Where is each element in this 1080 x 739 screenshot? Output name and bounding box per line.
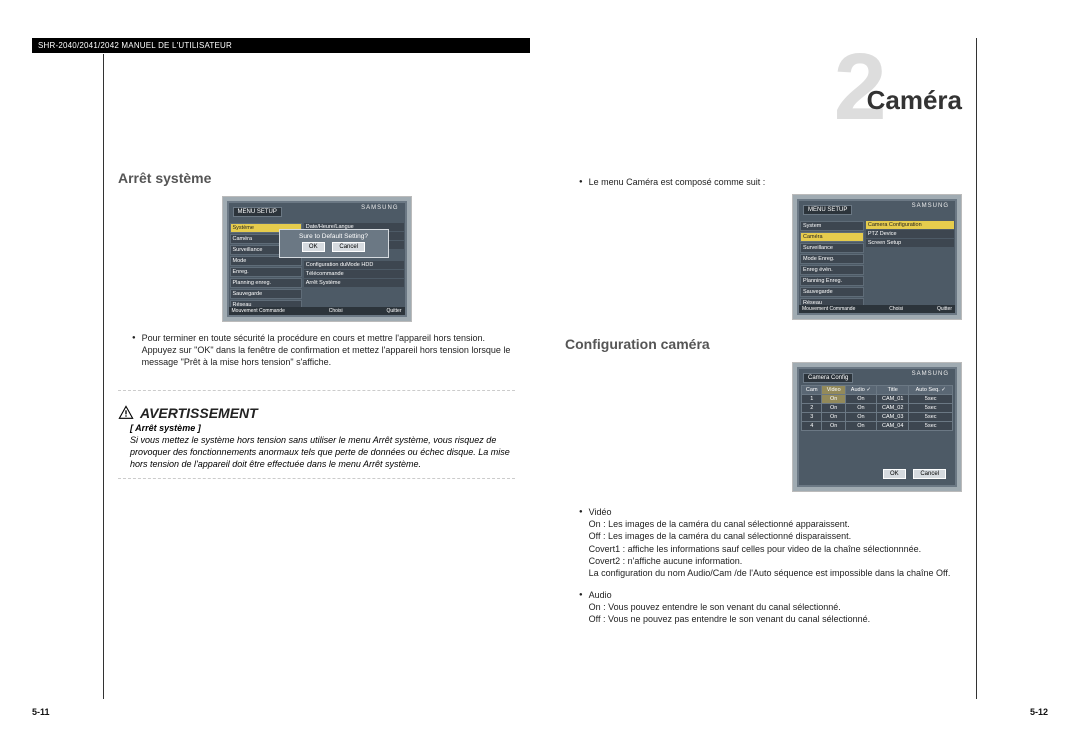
divider xyxy=(118,390,515,391)
margin-rule xyxy=(103,54,104,699)
page-right: 2Caméra Le menu Caméra est composé comme… xyxy=(540,0,1080,739)
divider xyxy=(118,478,515,479)
page-number-right: 5-12 xyxy=(1030,707,1048,717)
warning-icon xyxy=(118,405,134,421)
shot-title: Camera Config xyxy=(803,373,853,383)
video-label: Vidéo xyxy=(589,506,962,518)
shot-left-menu: System Caméra Surveillance Mode Enreg. E… xyxy=(799,219,865,310)
manual-spread: SHR-2040/2041/2042 MANUEL DE L'UTILISATE… xyxy=(0,0,1080,739)
margin-rule xyxy=(976,38,977,699)
warning-title: AVERTISSEMENT xyxy=(140,405,258,421)
section-title-config: Configuration caméra xyxy=(565,336,962,352)
brand-logo: SAMSUNG xyxy=(912,371,949,377)
camera-config-table: Cam Video Audio ✓ Title Auto Seq. ✓ 1OnO… xyxy=(801,385,953,431)
shot-popup: Sure to Default Setting? OK Cancel xyxy=(279,229,389,258)
chapter-title: Caméra xyxy=(867,85,962,115)
warning-subtitle: [ Arrêt système ] xyxy=(130,423,515,433)
bullet-shutdown: Pour terminer en toute sécurité la procé… xyxy=(132,332,515,368)
page-number-left: 5-11 xyxy=(32,707,50,717)
warning-body: Si vous mettez le système hors tension s… xyxy=(130,435,515,470)
bullet-video: Vidéo On : Les images de la caméra du ca… xyxy=(579,506,962,579)
audio-label: Audio xyxy=(589,589,962,601)
bullet-audio: Audio On : Vous pouvez entendre le son v… xyxy=(579,589,962,625)
shot-title: MENU SETUP xyxy=(233,207,282,217)
shot-right-menu: Camera Configuration PTZ Device Screen S… xyxy=(865,219,955,310)
shot-ok-button: OK xyxy=(302,242,325,252)
chapter-heading: 2Caméra xyxy=(565,45,962,131)
audio-body: On : Vous pouvez entendre le son venant … xyxy=(589,602,871,624)
running-header: SHR-2040/2041/2042 MANUEL DE L'UTILISATE… xyxy=(32,38,530,53)
shot-title: MENU SETUP xyxy=(803,205,852,215)
shot-ok-button: OK xyxy=(883,469,906,479)
page-left: SHR-2040/2041/2042 MANUEL DE L'UTILISATE… xyxy=(0,0,540,739)
section-title-arret: Arrêt système xyxy=(118,170,515,186)
brand-logo: SAMSUNG xyxy=(912,203,949,209)
screenshot-menu-setup-shutdown: MENU SETUP SAMSUNG Système Caméra Survei… xyxy=(222,196,412,322)
brand-logo: SAMSUNG xyxy=(361,205,398,211)
shot-cancel-button: Cancel xyxy=(332,242,365,252)
screenshot-menu-setup-camera: MENU SETUP SAMSUNG System Caméra Surveil… xyxy=(792,194,962,320)
video-body: On : Les images de la caméra du canal sé… xyxy=(589,519,951,578)
warning-row: AVERTISSEMENT xyxy=(118,405,515,421)
bullet-intro: Le menu Caméra est composé comme suit : xyxy=(579,176,962,188)
screenshot-camera-config: Camera Config SAMSUNG Cam Video Audio ✓ … xyxy=(792,362,962,492)
shot-cancel-button: Cancel xyxy=(913,469,946,479)
